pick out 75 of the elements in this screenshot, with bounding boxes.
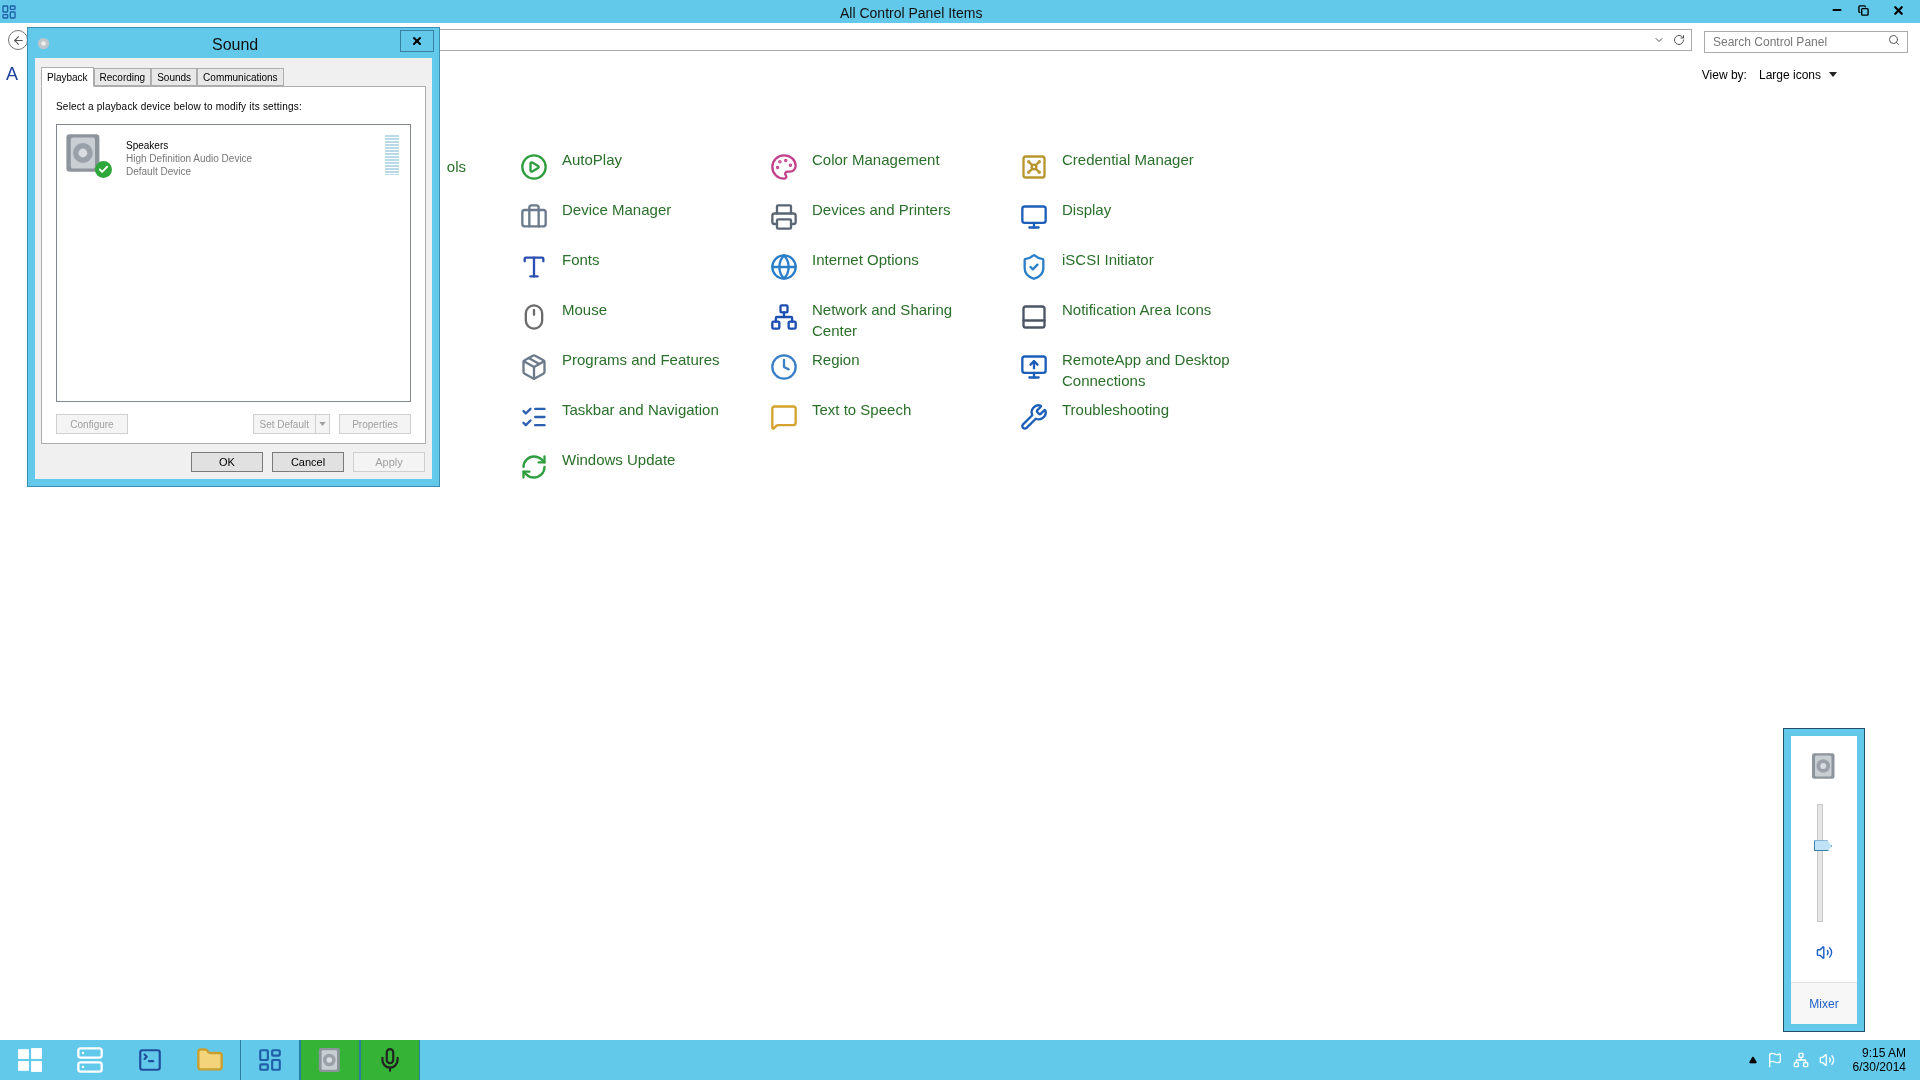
search-field[interactable]: Search Control Panel — [1704, 31, 1908, 53]
close-button[interactable] — [400, 30, 434, 52]
item-link[interactable]: Devices and Printers — [812, 199, 987, 220]
tab[interactable]: Recording — [93, 68, 152, 86]
item-link[interactable]: Internet Options — [812, 249, 987, 270]
window-title: All Control Panel Items — [840, 4, 983, 23]
item-link[interactable]: Mouse — [562, 299, 737, 320]
item-link[interactable]: Programs and Features — [562, 349, 737, 370]
caret-icon — [1829, 72, 1837, 77]
tab[interactable]: Playback — [41, 67, 94, 87]
tab[interactable]: Communications — [197, 68, 284, 86]
back-arrow-icon — [11, 33, 25, 47]
package-icon — [520, 353, 548, 381]
safe-icon — [1020, 153, 1048, 181]
volume-slider[interactable] — [1814, 804, 1834, 922]
dashboard-icon — [257, 1047, 283, 1073]
page-heading: A — [6, 63, 18, 86]
terminal-icon — [137, 1047, 163, 1073]
play-icon — [520, 153, 548, 181]
caret-icon — [319, 422, 326, 426]
device-description: High Definition Audio Device — [126, 152, 254, 165]
palette-icon — [770, 153, 798, 181]
folder-icon — [196, 1046, 224, 1074]
view-dropdown[interactable]: Large icons — [1758, 65, 1837, 84]
monitor-icon — [1020, 353, 1048, 381]
item-link[interactable]: iSCSI Initiator — [1062, 249, 1237, 270]
item-link[interactable]: Network and Sharing Center — [812, 299, 987, 341]
item-link[interactable]: Notification Area Icons — [1062, 299, 1237, 320]
wrench-icon — [1020, 403, 1048, 431]
tab[interactable]: Sounds — [151, 68, 198, 86]
taskbar-button[interactable] — [300, 1040, 360, 1080]
item-link[interactable]: RemoteApp and Desktop Connections — [1062, 349, 1237, 391]
volume-icon[interactable] — [1815, 944, 1833, 961]
slider-thumb[interactable] — [1814, 840, 1832, 852]
windows-logo-icon — [17, 1047, 43, 1073]
taskbar-button[interactable] — [360, 1040, 420, 1080]
instruction-text: Select a playback device below to modify its settings: — [56, 100, 303, 114]
panel-icon — [1020, 303, 1048, 331]
toolbox-icon — [520, 203, 548, 231]
refresh-icon[interactable] — [1673, 34, 1685, 46]
device-name: Speakers — [126, 139, 170, 152]
item-link[interactable]: Device Manager — [562, 199, 737, 220]
item-link[interactable]: Color Management — [812, 149, 987, 170]
item-link[interactable]: Fonts — [562, 249, 737, 270]
close-icon — [411, 35, 423, 47]
item-link[interactable]: Taskbar and Navigation — [562, 399, 737, 420]
refresh-icon — [520, 453, 548, 481]
item-link[interactable]: Text to Speech — [812, 399, 987, 420]
printer-icon — [770, 203, 798, 231]
close-icon — [1891, 3, 1905, 17]
item-link[interactable]: Region — [812, 349, 987, 370]
restore-icon — [1857, 4, 1869, 16]
dialog-button[interactable]: OK — [191, 452, 263, 472]
clock-time[interactable]: 9:15 AM — [1861, 1046, 1906, 1060]
item-link[interactable]: Windows Update — [562, 449, 737, 470]
network-icon — [770, 303, 798, 331]
app-icon — [1, 3, 17, 20]
view-by-label: View by: — [1701, 66, 1747, 84]
speech-bubble-icon — [770, 403, 798, 431]
globe-icon — [770, 253, 798, 281]
item-link[interactable]: Troubleshooting — [1062, 399, 1237, 420]
gear-icon — [36, 35, 51, 51]
item-link[interactable]: ols — [446, 155, 466, 179]
item-link[interactable]: Credential Manager — [1062, 149, 1237, 170]
server-icon — [76, 1046, 104, 1074]
clock-date[interactable]: 6/30/2014 — [1852, 1060, 1906, 1074]
monitor-icon — [1020, 203, 1048, 231]
device-status: Default Device — [126, 165, 193, 178]
item-link[interactable]: AutoPlay — [562, 149, 737, 170]
dialog-title: Sound — [212, 35, 259, 55]
dialog-button[interactable]: Cancel — [272, 452, 344, 472]
clock-icon — [770, 353, 798, 381]
search-icon[interactable] — [1888, 34, 1900, 46]
item-link[interactable]: Display — [1062, 199, 1237, 220]
show-hidden-icon[interactable] — [1748, 1056, 1757, 1064]
